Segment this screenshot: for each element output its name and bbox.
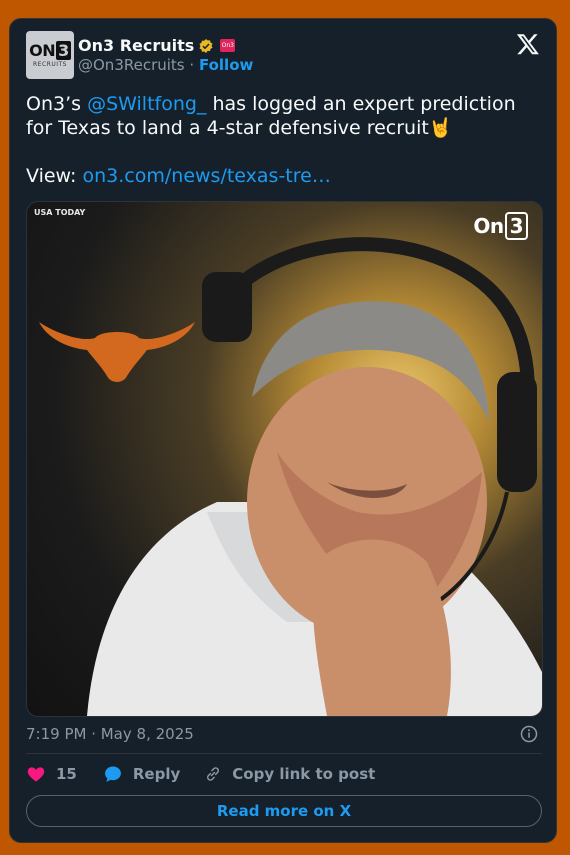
verified-badge-icon bbox=[199, 38, 213, 53]
read-more-button[interactable]: Read more on X bbox=[26, 795, 542, 827]
divider bbox=[26, 753, 542, 754]
copy-link-label: Copy link to post bbox=[232, 765, 376, 783]
author-handle[interactable]: @On3Recruits bbox=[78, 56, 185, 74]
coach-illustration bbox=[87, 237, 542, 716]
heart-icon bbox=[27, 767, 45, 782]
avatar-sub-label: RECRUITS bbox=[33, 60, 67, 68]
avatar-logo: ON 3 bbox=[29, 40, 71, 60]
handle-separator: · bbox=[189, 56, 195, 74]
copy-link-button[interactable]: Copy link to post bbox=[204, 765, 375, 783]
author-name-row: On3 Recruits On3 bbox=[78, 36, 236, 55]
affiliate-badge[interactable]: On3 bbox=[220, 39, 236, 52]
rock-on-emoji: 🤘 bbox=[428, 117, 453, 139]
x-logo-icon[interactable] bbox=[516, 32, 540, 56]
embedded-post-card: ON 3 RECRUITS On3 Recruits On3 @On3Recrui… bbox=[9, 18, 557, 843]
reply-label: Reply bbox=[132, 765, 181, 783]
author-handle-row: @On3Recruits · Follow bbox=[78, 56, 253, 74]
post-text: On3’s @SWiltfong_ has logged an expert p… bbox=[26, 93, 516, 187]
action-bar: 15 Reply Copy link to post bbox=[26, 764, 375, 784]
link-icon bbox=[207, 767, 220, 781]
article-link[interactable]: on3.com/news/texas-tre… bbox=[83, 165, 331, 187]
author-name[interactable]: On3 Recruits bbox=[78, 36, 194, 55]
post-timestamp[interactable]: 7:19 PM · May 8, 2025 bbox=[26, 725, 194, 743]
avatar[interactable]: ON 3 RECRUITS bbox=[26, 31, 74, 79]
reply-button[interactable]: Reply bbox=[103, 764, 180, 784]
follow-button[interactable]: Follow bbox=[199, 56, 253, 74]
like-count: 15 bbox=[56, 765, 77, 783]
view-label: View: bbox=[26, 165, 83, 187]
reply-bubble-icon bbox=[104, 766, 121, 782]
post-image[interactable]: USA TODAY On 3 bbox=[26, 201, 543, 717]
mention-link[interactable]: @SWiltfong_ bbox=[87, 93, 206, 115]
like-button[interactable]: 15 bbox=[26, 764, 77, 784]
info-icon[interactable] bbox=[520, 725, 538, 743]
